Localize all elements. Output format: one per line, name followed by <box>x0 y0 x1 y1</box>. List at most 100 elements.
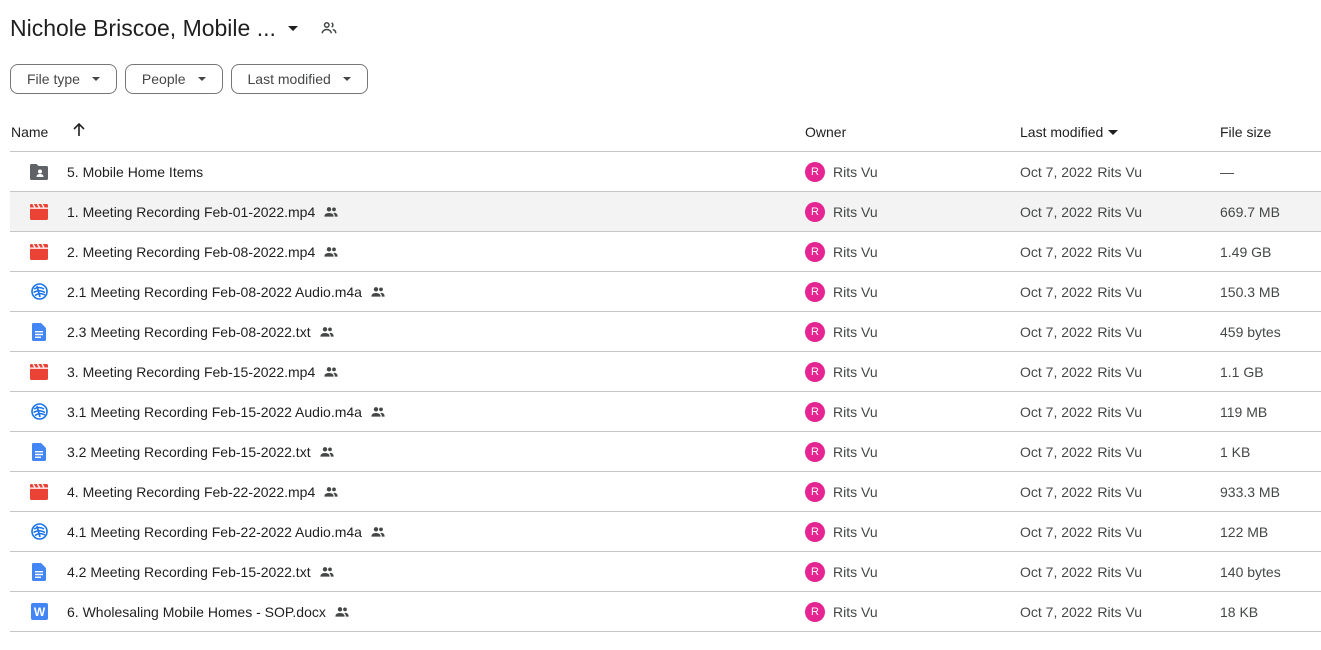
file-name: 4. Meeting Recording Feb-22-2022.mp4 <box>67 483 316 500</box>
column-name-label: Name <box>11 124 49 140</box>
shared-icon <box>323 204 339 220</box>
shared-icon <box>323 364 339 380</box>
avatar[interactable]: R <box>805 361 825 382</box>
file-name: 3. Meeting Recording Feb-15-2022.mp4 <box>67 363 316 380</box>
file-size: 669.7 MB <box>1220 203 1280 220</box>
modified-by: Rits Vu <box>1097 443 1142 460</box>
file-name: 2. Meeting Recording Feb-08-2022.mp4 <box>67 243 316 260</box>
filter-last-modified[interactable]: Last modified <box>230 64 368 94</box>
file-row[interactable]: 3. Meeting Recording Feb-15-2022.mp4 R Rit… <box>10 352 1321 392</box>
file-name: 1. Meeting Recording Feb-01-2022.mp4 <box>67 203 316 220</box>
owner-name: Rits Vu <box>833 523 878 540</box>
file-row[interactable]: 4.1 Meeting Recording Feb-22-2022 Audio.… <box>10 512 1321 552</box>
dropdown-caret-icon <box>342 77 351 81</box>
audio-file-icon <box>28 392 50 431</box>
modified-cell: Oct 7, 2022 Rits Vu <box>1020 432 1142 471</box>
modified-by: Rits Vu <box>1097 363 1142 380</box>
file-name: 3.2 Meeting Recording Feb-15-2022.txt <box>67 443 311 460</box>
shared-icon <box>370 404 386 420</box>
file-row[interactable]: 3.1 Meeting Recording Feb-15-2022 Audio.… <box>10 392 1321 432</box>
owner-cell: R Rits Vu <box>805 392 878 431</box>
avatar[interactable]: R <box>805 241 825 262</box>
file-row[interactable]: 2.3 Meeting Recording Feb-08-2022.txt R Ri… <box>10 312 1321 352</box>
file-row[interactable]: 2. Meeting Recording Feb-08-2022.mp4 R Rit… <box>10 232 1321 272</box>
modified-by: Rits Vu <box>1097 163 1142 180</box>
file-size: 1 KB <box>1220 443 1251 460</box>
modified-by: Rits Vu <box>1097 403 1142 420</box>
text-file-icon <box>28 432 50 471</box>
avatar[interactable]: R <box>805 601 825 622</box>
file-size: 1.49 GB <box>1220 243 1272 260</box>
modified-date: Oct 7, 2022 <box>1020 443 1093 460</box>
shared-people-icon[interactable] <box>320 19 338 37</box>
text-file-icon <box>28 552 50 591</box>
avatar[interactable]: R <box>805 321 825 342</box>
modified-date: Oct 7, 2022 <box>1020 203 1093 220</box>
file-name-cell: 3. Meeting Recording Feb-15-2022.mp4 <box>67 352 339 391</box>
modified-cell: Oct 7, 2022 Rits Vu <box>1020 272 1142 311</box>
audio-file-icon <box>28 272 50 311</box>
file-name-cell: 2.1 Meeting Recording Feb-08-2022 Audio.… <box>67 272 386 311</box>
modified-cell: Oct 7, 2022 Rits Vu <box>1020 552 1142 591</box>
modified-cell: Oct 7, 2022 Rits Vu <box>1020 192 1142 231</box>
avatar[interactable]: R <box>805 561 825 582</box>
file-row[interactable]: 1. Meeting Recording Feb-01-2022.mp4 R Rit… <box>10 192 1321 232</box>
file-name-cell: 3.2 Meeting Recording Feb-15-2022.txt <box>67 432 335 471</box>
modified-by: Rits Vu <box>1097 323 1142 340</box>
avatar[interactable]: R <box>805 401 825 422</box>
file-name: 6. Wholesaling Mobile Homes - SOP.docx <box>67 603 326 620</box>
avatar[interactable]: R <box>805 161 825 182</box>
shared-icon <box>319 564 335 580</box>
owner-name: Rits Vu <box>833 363 878 380</box>
file-name-cell: 4.1 Meeting Recording Feb-22-2022 Audio.… <box>67 512 386 551</box>
avatar[interactable]: R <box>805 521 825 542</box>
file-row[interactable]: 4. Meeting Recording Feb-22-2022.mp4 R Rit… <box>10 472 1321 512</box>
modified-date: Oct 7, 2022 <box>1020 563 1093 580</box>
modified-date: Oct 7, 2022 <box>1020 523 1093 540</box>
file-row[interactable]: 5. Mobile Home Items R Rits Vu Oct 7, 2022 R… <box>10 152 1321 192</box>
owner-name: Rits Vu <box>833 203 878 220</box>
column-header-last-modified[interactable]: Last modified <box>1020 124 1119 140</box>
file-size: 140 bytes <box>1220 563 1281 580</box>
filter-people[interactable]: People <box>124 64 223 94</box>
avatar[interactable]: R <box>805 281 825 302</box>
filter-label: File type <box>27 71 80 87</box>
modified-cell: Oct 7, 2022 Rits Vu <box>1020 472 1142 511</box>
modified-cell: Oct 7, 2022 Rits Vu <box>1020 152 1142 191</box>
modified-cell: Oct 7, 2022 Rits Vu <box>1020 512 1142 551</box>
avatar[interactable]: R <box>805 201 825 222</box>
owner-name: Rits Vu <box>833 443 878 460</box>
shared-icon <box>370 524 386 540</box>
file-row[interactable]: 3.2 Meeting Recording Feb-15-2022.txt R Ri… <box>10 432 1321 472</box>
folder-title[interactable]: Nichole Briscoe, Mobile ... <box>10 15 276 42</box>
file-name-cell: 4. Meeting Recording Feb-22-2022.mp4 <box>67 472 339 511</box>
svg-text:W: W <box>33 605 45 619</box>
avatar[interactable]: R <box>805 441 825 462</box>
file-name-cell: 6. Wholesaling Mobile Homes - SOP.docx <box>67 592 350 631</box>
filter-label: People <box>141 71 186 87</box>
file-name-cell: 2.3 Meeting Recording Feb-08-2022.txt <box>67 312 335 351</box>
owner-cell: R Rits Vu <box>805 152 878 191</box>
file-row[interactable]: 4.2 Meeting Recording Feb-15-2022.txt R Ri… <box>10 552 1321 592</box>
column-header-name[interactable]: Name <box>11 124 48 140</box>
video-file-icon <box>28 192 50 231</box>
file-row[interactable]: 2.1 Meeting Recording Feb-08-2022 Audio.… <box>10 272 1321 312</box>
shared-folder-icon <box>28 152 50 191</box>
filter-label: Last modified <box>247 71 331 87</box>
file-name: 2.3 Meeting Recording Feb-08-2022.txt <box>67 323 311 340</box>
sort-arrow-up-icon[interactable] <box>72 122 86 141</box>
column-header-owner[interactable]: Owner <box>805 124 846 140</box>
shared-icon <box>334 604 350 620</box>
filter-file-type[interactable]: File type <box>10 64 117 94</box>
chevron-down-icon[interactable] <box>287 25 298 31</box>
file-list: 5. Mobile Home Items R Rits Vu Oct 7, 2022 R… <box>10 152 1321 632</box>
file-row[interactable]: W 6. Wholesaling Mobile Homes - SOP.docx R… <box>10 592 1321 632</box>
owner-name: Rits Vu <box>833 163 878 180</box>
modified-date: Oct 7, 2022 <box>1020 483 1093 500</box>
modified-by: Rits Vu <box>1097 243 1142 260</box>
dropdown-caret-icon <box>197 77 206 81</box>
file-size: — <box>1220 163 1234 180</box>
column-header-file-size[interactable]: File size <box>1220 124 1271 140</box>
video-file-icon <box>28 232 50 271</box>
avatar[interactable]: R <box>805 481 825 502</box>
